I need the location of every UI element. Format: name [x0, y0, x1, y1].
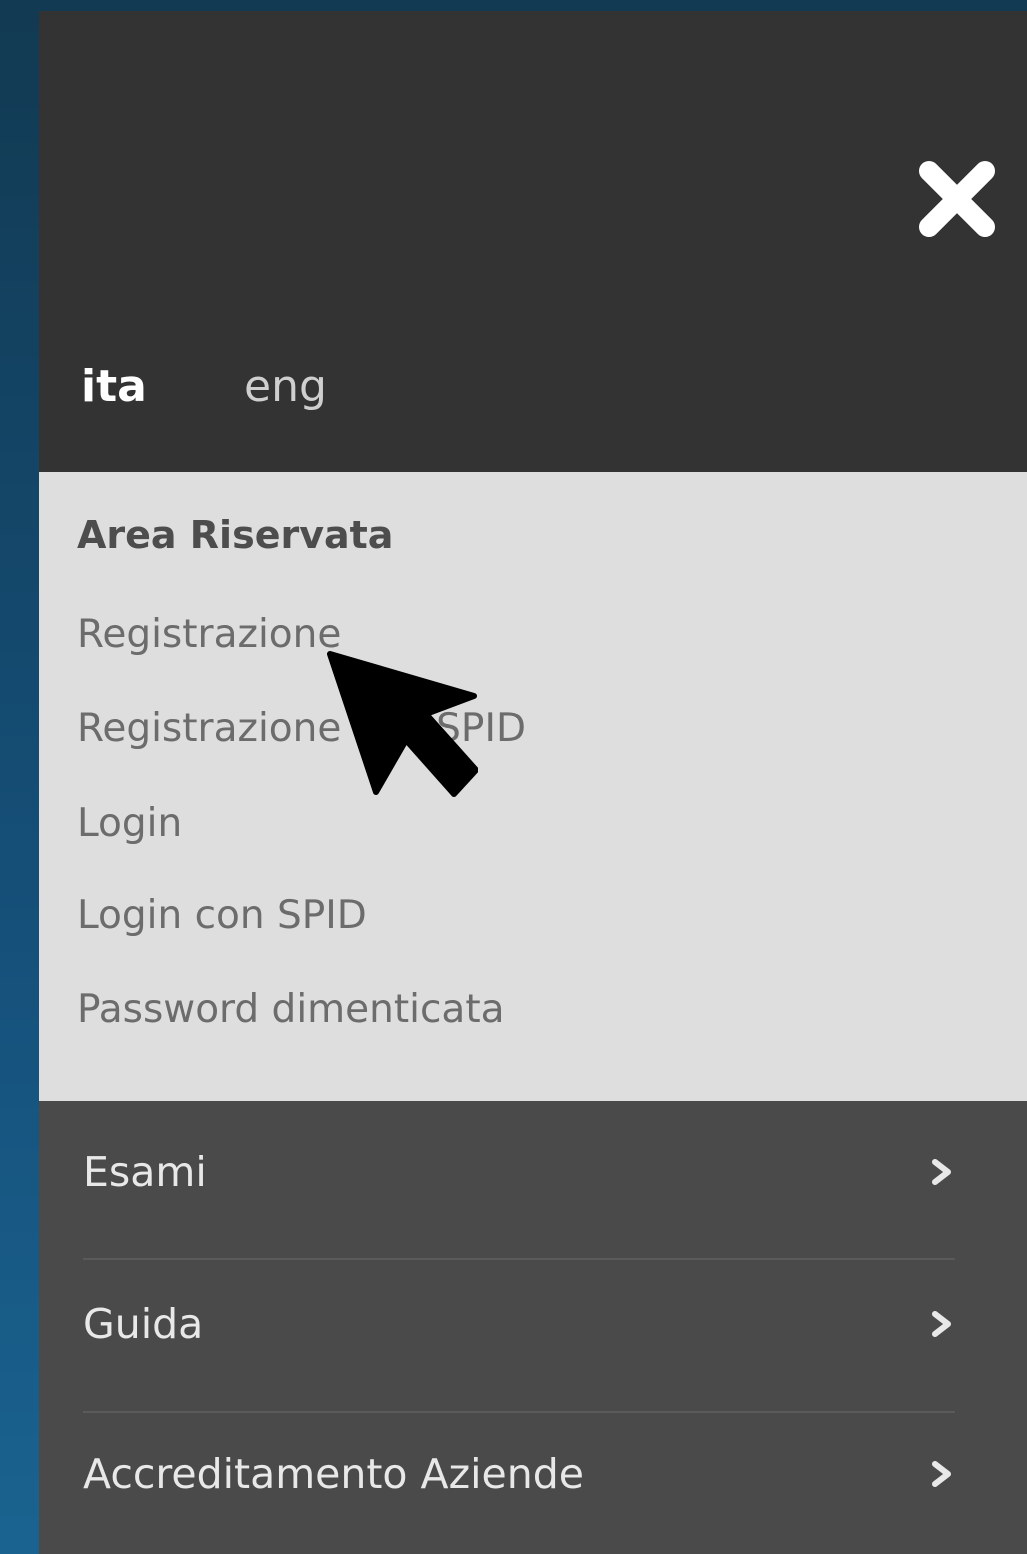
menu-item-esami[interactable]: Esami [83, 1101, 955, 1251]
language-eng[interactable]: eng [244, 361, 327, 413]
menu-item-label: Esami [83, 1148, 207, 1196]
login-link[interactable]: Login [77, 801, 182, 847]
menu-item-guida[interactable]: Guida [83, 1253, 955, 1403]
reserved-area: Area Riservata Registrazione Registrazio… [39, 472, 1027, 1101]
menu-item-label: Guida [83, 1300, 204, 1348]
chevron-right-icon [932, 1311, 951, 1337]
menu-item-accreditamento-aziende[interactable]: Accreditamento Aziende [83, 1403, 955, 1553]
language-ita[interactable]: ita [81, 361, 147, 413]
main-menu: Esami Guida Accreditamento Aziende [39, 1101, 1027, 1554]
menu-item-label: Accreditamento Aziende [83, 1450, 584, 1498]
forgot-password-link[interactable]: Password dimenticata [77, 987, 505, 1033]
close-icon [919, 161, 995, 237]
chevron-right-icon [932, 1461, 951, 1487]
mouse-cursor-icon [327, 651, 478, 797]
chevron-right-icon [932, 1159, 951, 1185]
registration-link[interactable]: Registrazione [77, 612, 341, 658]
close-button[interactable] [915, 157, 999, 241]
drawer-header: ita eng [39, 11, 1027, 472]
spid-login-link[interactable]: Login con SPID [77, 893, 367, 939]
reserved-area-title: Area Riservata [77, 513, 394, 557]
side-drawer: ita eng Area Riservata Registrazione Reg… [39, 11, 1027, 1554]
